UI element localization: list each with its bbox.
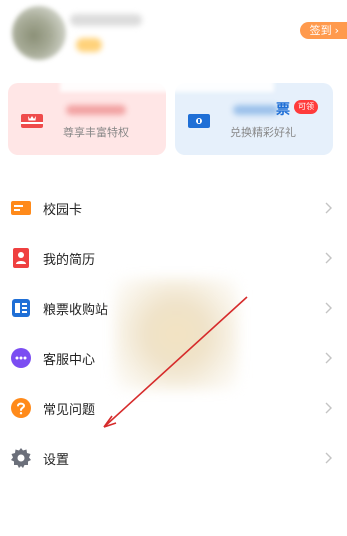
chevron-right-icon xyxy=(325,402,332,414)
profile-page: 签到 › 尊享丰富特权 票 可领 兑换精彩好礼 校园卡 我的简历 粮票收购站 客… xyxy=(0,0,347,536)
chevron-right-icon xyxy=(325,352,332,364)
vip-card[interactable]: 尊享丰富特权 xyxy=(8,83,166,155)
menu-label: 客服中心 xyxy=(43,352,96,368)
checkin-button[interactable]: 签到 › xyxy=(299,22,347,39)
vip-title-blurred xyxy=(66,105,126,115)
ticket-card[interactable]: 票 可领 兑换精彩好礼 xyxy=(175,83,333,155)
menu-item-faq[interactable]: 常见问题 xyxy=(0,390,347,426)
chevron-right-icon xyxy=(325,452,332,464)
avatar[interactable] xyxy=(12,6,66,60)
menu-item-campus-card[interactable]: 校园卡 xyxy=(0,190,347,226)
vip-subtitle: 尊享丰富特权 xyxy=(63,126,129,139)
ticket-station-icon xyxy=(12,299,30,317)
menu-label: 设置 xyxy=(43,452,70,468)
resume-icon xyxy=(13,248,29,268)
privacy-overlay xyxy=(60,58,274,92)
settings-gear-icon xyxy=(11,448,31,468)
claimable-tag: 可领 xyxy=(294,100,318,114)
menu-label: 校园卡 xyxy=(43,202,83,218)
menu-label: 常见问题 xyxy=(43,402,96,418)
campus-card-icon xyxy=(11,201,31,215)
help-icon xyxy=(11,398,31,418)
ticket-title-suffix: 票 xyxy=(276,102,290,118)
username-blurred xyxy=(70,14,142,26)
ticket-card-icon xyxy=(188,114,210,128)
checkin-label: 签到 xyxy=(309,24,332,37)
level-badge-blurred xyxy=(76,38,102,52)
chevron-right-icon: › xyxy=(334,24,339,37)
blurred-image-overlay xyxy=(114,278,239,390)
chevron-right-icon xyxy=(325,202,332,214)
ticket-subtitle: 兑换精彩好礼 xyxy=(230,126,296,139)
menu-item-settings[interactable]: 设置 xyxy=(0,440,347,476)
crown-card-icon xyxy=(21,114,43,128)
customer-service-icon xyxy=(11,348,31,368)
ticket-title-blurred xyxy=(233,105,279,115)
menu-label: 粮票收购站 xyxy=(43,302,109,318)
menu-label: 我的简历 xyxy=(43,252,96,268)
chevron-right-icon xyxy=(325,302,332,314)
chevron-right-icon xyxy=(325,252,332,264)
menu-item-resume[interactable]: 我的简历 xyxy=(0,240,347,276)
